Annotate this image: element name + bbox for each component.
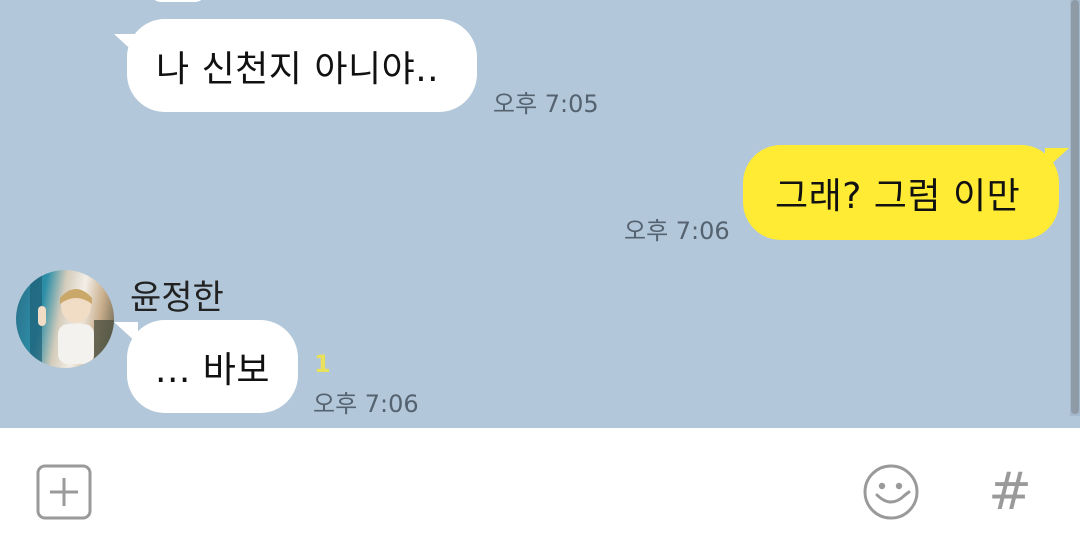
message-bubble[interactable]: 나 신천지 아니야.. [127, 19, 477, 112]
scrollbar-thumb[interactable] [1071, 0, 1079, 414]
emoji-button[interactable] [862, 463, 920, 521]
input-bar: # [0, 428, 1080, 555]
message-text: 나 신천지 아니야.. [156, 48, 440, 90]
message-bubble[interactable]: ... 바보 [127, 320, 298, 413]
unread-count-badge: 1 [314, 350, 331, 378]
message-timestamp: 오후 7:06 [313, 390, 419, 418]
avatar[interactable] [16, 270, 114, 368]
message-timestamp: 오후 7:05 [493, 90, 599, 118]
plus-box-icon [36, 464, 92, 520]
message-text: ... 바보 [155, 349, 271, 391]
message-text: 그래? 그럼 이만 [775, 175, 1021, 217]
avatar-photo [30, 276, 114, 368]
attach-button[interactable] [36, 464, 92, 520]
hashtag-button[interactable]: # [984, 463, 1036, 521]
bubble-tail [1045, 148, 1069, 170]
previous-message-bubble [150, 0, 206, 2]
sender-name: 윤정한 [130, 278, 224, 318]
hashtag-icon: # [988, 462, 1032, 522]
message-list[interactable]: 나 신천지 아니야.. 오후 7:05 그래? 그럼 이만 오후 7:06 윤정… [0, 0, 1080, 428]
message-timestamp: 오후 7:06 [624, 217, 730, 245]
chat-screen: 나 신천지 아니야.. 오후 7:05 그래? 그럼 이만 오후 7:06 윤정… [0, 0, 1080, 555]
message-bubble[interactable]: 그래? 그럼 이만 [743, 145, 1059, 240]
emoji-smile-icon [863, 464, 919, 520]
scrollbar[interactable] [1070, 0, 1080, 416]
